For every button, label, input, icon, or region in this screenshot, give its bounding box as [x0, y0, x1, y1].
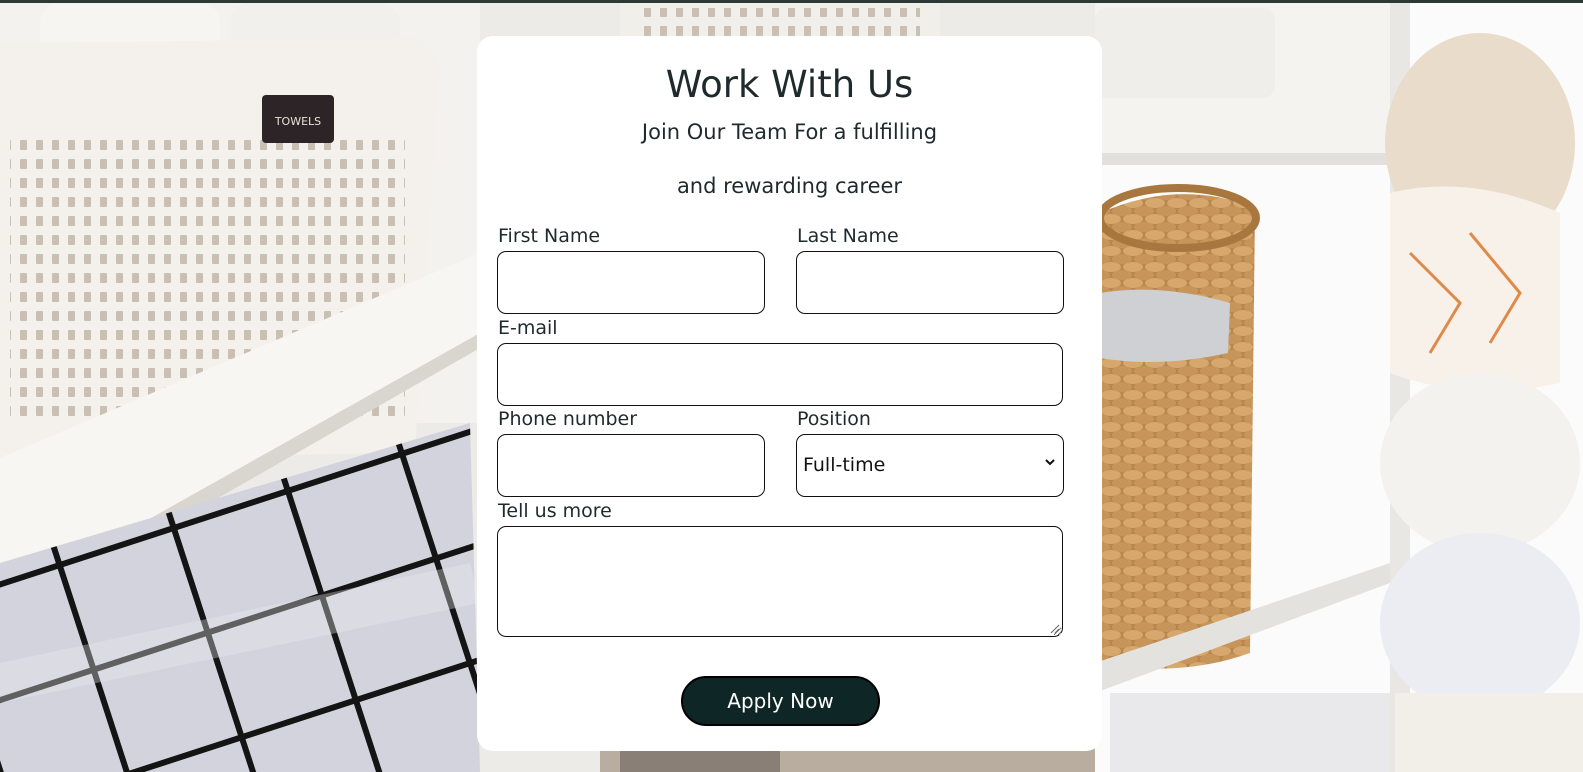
phone-label: Phone number: [498, 408, 638, 430]
chevron-down-icon: [1045, 459, 1055, 466]
position-label: Position: [797, 408, 871, 430]
application-card: Work With Us Join Our Team For a fulfill…: [477, 36, 1102, 751]
last-name-input[interactable]: [796, 251, 1064, 314]
form-subtitle-line1: Join Our Team For a fulfilling: [641, 120, 938, 144]
svg-text:TOWELS: TOWELS: [274, 115, 321, 128]
resize-grip-icon[interactable]: [1050, 624, 1060, 634]
email-label: E-mail: [498, 317, 558, 339]
form-subtitle-line2: and rewarding career: [676, 174, 903, 198]
message-textarea[interactable]: [497, 526, 1063, 637]
email-input[interactable]: [497, 343, 1063, 406]
first-name-label: First Name: [498, 225, 601, 247]
position-select-value: Full-time: [803, 454, 886, 476]
apply-now-button[interactable]: Apply Now: [681, 676, 880, 726]
last-name-label: Last Name: [797, 225, 899, 247]
message-label: Tell us more: [498, 500, 612, 522]
form-title: Work With Us: [665, 63, 914, 106]
phone-input[interactable]: [497, 434, 765, 497]
position-select[interactable]: Full-time: [796, 434, 1064, 497]
first-name-input[interactable]: [497, 251, 765, 314]
message-textarea-wrap: [497, 526, 1063, 637]
